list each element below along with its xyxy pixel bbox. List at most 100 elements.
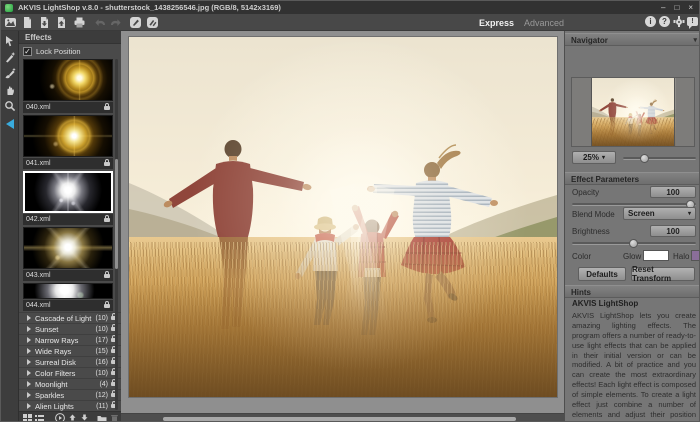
brightness-slider[interactable] xyxy=(572,242,696,245)
glow-color-swatch[interactable] xyxy=(643,250,669,261)
main-toolbar: Express Advanced i ? ! xyxy=(1,14,700,31)
expand-arrow-icon xyxy=(27,337,31,343)
info-icon[interactable]: i xyxy=(645,16,656,27)
halo-color-swatch[interactable] xyxy=(691,250,700,261)
preset-thumbnail[interactable] xyxy=(23,59,113,101)
effect-group-moonlight[interactable]: Moonlight(4) xyxy=(19,378,121,389)
preset-thumbnail[interactable] xyxy=(23,227,113,269)
lock-position-checkbox[interactable]: ✓ xyxy=(23,47,32,56)
navigator-thumbnail-scene xyxy=(592,78,676,147)
navigator-header: Navigator ▾ xyxy=(565,33,700,46)
folder-icon[interactable] xyxy=(97,413,107,422)
brush-sparkle-tool[interactable] xyxy=(3,66,17,80)
tab-advanced[interactable]: Advanced xyxy=(524,18,564,28)
expand-arrow-icon xyxy=(27,381,31,387)
backlight-haze xyxy=(592,78,676,147)
zoom-level-button[interactable]: 25% ▾ xyxy=(572,151,616,164)
maximize-button[interactable]: □ xyxy=(674,1,679,14)
preset-name: 044.xml xyxy=(26,302,51,309)
effect-group-color-filters[interactable]: Color Filters(10) xyxy=(19,367,121,378)
preset-thumbnail[interactable] xyxy=(23,171,113,213)
color-label: Color xyxy=(572,252,591,261)
horizontal-scrollbar[interactable] xyxy=(121,413,564,422)
zoom-slider[interactable] xyxy=(623,157,696,160)
open-image-icon[interactable] xyxy=(4,16,17,29)
navigator-menu-icon[interactable]: ▾ xyxy=(693,36,697,44)
run-processing-icon[interactable] xyxy=(129,16,142,29)
effect-group-cascade-of-light[interactable]: Cascade of Light(10) xyxy=(19,312,121,323)
preset-thumbnail[interactable] xyxy=(23,115,113,157)
thumbnails-view-icon[interactable] xyxy=(22,413,32,422)
navigator-frame-right xyxy=(674,78,694,147)
canvas-area[interactable] xyxy=(121,31,564,422)
save-document-icon[interactable] xyxy=(55,16,68,29)
preset-item[interactable]: 044.xml xyxy=(23,283,113,311)
opacity-label: Opacity xyxy=(572,188,599,197)
lock-icon xyxy=(104,218,110,222)
defaults-button[interactable]: Defaults xyxy=(578,267,626,281)
lock-position-row[interactable]: ✓ Lock Position xyxy=(23,46,81,57)
horizontal-scrollbar-thumb[interactable] xyxy=(163,417,516,421)
brightness-slider-handle[interactable] xyxy=(629,239,638,248)
settings-gear-icon[interactable] xyxy=(673,16,684,27)
navigator-thumbnail[interactable] xyxy=(571,77,695,147)
tab-express[interactable]: Express xyxy=(479,18,514,28)
expand-arrow-icon xyxy=(27,348,31,354)
preset-item[interactable]: 040.xml xyxy=(23,59,113,113)
effects-scrollbar[interactable] xyxy=(115,59,118,410)
effect-group-wide-rays[interactable]: Wide Rays(15) xyxy=(19,345,121,356)
backlight-haze xyxy=(129,37,557,397)
pen-sparkle-tool[interactable] xyxy=(3,50,17,64)
preset-item[interactable]: 043.xml xyxy=(23,227,113,281)
reset-transform-button[interactable]: Reset Transform xyxy=(631,267,695,281)
hints-header: Hints xyxy=(565,285,700,298)
app-logo-icon xyxy=(5,4,13,12)
tool-strip xyxy=(1,31,19,422)
effect-group-sunset[interactable]: Sunset(10) xyxy=(19,323,121,334)
share-icon[interactable] xyxy=(146,16,159,29)
close-button[interactable]: × xyxy=(688,1,693,14)
blend-mode-dropdown[interactable]: Screen ▾ xyxy=(623,207,696,220)
delete-preset-icon xyxy=(109,413,119,422)
new-document-icon[interactable] xyxy=(21,16,34,29)
right-panel: Navigator ▾ xyxy=(564,31,700,422)
glow-label: Glow xyxy=(623,252,641,261)
effects-panel-toolbar xyxy=(19,411,121,422)
lock-icon xyxy=(104,162,110,166)
photo-image[interactable] xyxy=(129,37,557,397)
move-tool[interactable] xyxy=(3,34,17,48)
collapse-panel-arrow-icon[interactable] xyxy=(3,117,17,131)
hints-text: AKVIS LightShop lets you create amazing … xyxy=(572,311,696,422)
list-view-icon[interactable] xyxy=(34,413,44,422)
preset-item[interactable]: 041.xml xyxy=(23,115,113,169)
opacity-slider[interactable] xyxy=(572,203,696,206)
undo-icon xyxy=(94,16,107,29)
minimize-button[interactable]: – xyxy=(661,1,665,14)
feedback-icon[interactable]: ! xyxy=(687,17,698,26)
help-icon[interactable]: ? xyxy=(659,16,670,27)
photo-scene xyxy=(592,78,676,147)
effect-group-alien-lights[interactable]: Alien Lights(11) xyxy=(19,400,121,411)
print-icon[interactable] xyxy=(73,16,86,29)
preset-item-selected[interactable]: 042.xml xyxy=(23,171,113,225)
chevron-down-icon: ▾ xyxy=(688,210,691,217)
effect-group-narrow-rays[interactable]: Narrow Rays(17) xyxy=(19,334,121,345)
zoom-slider-handle[interactable] xyxy=(640,154,649,163)
import-presets-icon[interactable] xyxy=(67,413,77,422)
effect-group-surreal-disk[interactable]: Surreal Disk(16) xyxy=(19,356,121,367)
brightness-value[interactable]: 100 xyxy=(650,225,696,237)
zoom-tool[interactable] xyxy=(3,99,17,113)
import-document-icon[interactable] xyxy=(38,16,51,29)
hand-tool[interactable] xyxy=(3,83,17,97)
expand-arrow-icon xyxy=(27,370,31,376)
expand-arrow-icon xyxy=(27,359,31,365)
redo-icon xyxy=(109,16,122,29)
preset-name: 042.xml xyxy=(26,216,51,223)
opacity-value[interactable]: 100 xyxy=(650,186,696,198)
lock-icon xyxy=(104,274,110,278)
preset-thumbnail[interactable] xyxy=(23,283,113,299)
play-preset-icon[interactable] xyxy=(55,413,65,422)
effect-group-sparkles[interactable]: Sparkles(12) xyxy=(19,389,121,400)
title-bar: AKVIS LightShop v.8.0 - shutterstock_143… xyxy=(1,1,700,14)
export-presets-icon[interactable] xyxy=(79,413,89,422)
